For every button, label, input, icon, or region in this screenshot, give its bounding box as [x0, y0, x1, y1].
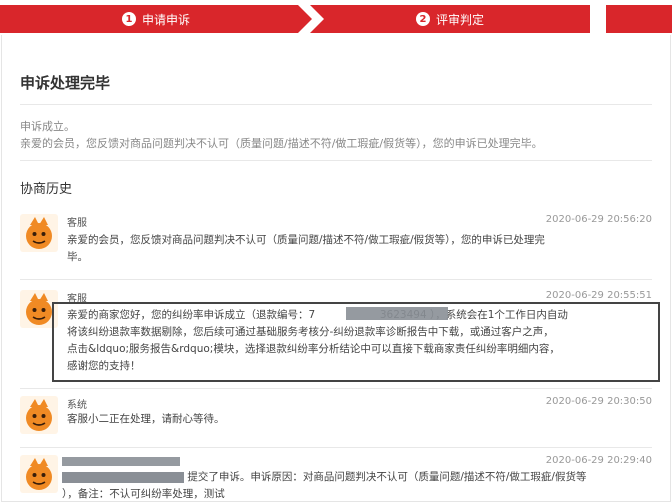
redacted-text	[62, 471, 184, 483]
avatar	[20, 455, 58, 493]
history-entry: 客服 2020-06-29 20:56:20 亲爱的会员，您反馈对商品问题判决不…	[20, 214, 652, 272]
entry-line: 提交了申诉。申诉原因：对商品问题判决不认可（质量问题/描述不符/做工瑕疵/假货等	[62, 469, 662, 486]
status-message: 亲爱的会员，您反馈对商品问题判决不认可（质量问题/描述不符/做工瑕疵/假货等），…	[20, 137, 543, 150]
highlight-frame	[52, 302, 660, 382]
history-title: 协商历史	[20, 182, 73, 197]
entry-content: 提交了申诉。申诉原因：对商品问题判决不认可（质量问题/描述不符/做工瑕疵/假货等…	[62, 469, 662, 503]
divider	[20, 388, 652, 389]
entry-time: 2020-06-29 20:29:40	[545, 455, 652, 466]
history-entry: 2020-06-29 20:29:40 提交了申诉。申诉原因：对商品问题判决不认…	[20, 455, 652, 503]
step-apply: 1 申请申诉	[0, 5, 312, 33]
divider	[20, 160, 652, 161]
entry-line-text: 提交了申诉。申诉原因：对商品问题判决不认可（质量问题/描述不符/做工瑕疵/假货等	[187, 471, 587, 483]
status-result: 申诉成立。	[20, 120, 75, 133]
mascot-avatar-icon	[26, 217, 52, 249]
redacted-author	[62, 457, 180, 466]
entry-time: 2020-06-29 20:55:51	[545, 290, 652, 301]
mascot-avatar-icon	[26, 458, 52, 490]
step-review: 2 评审判定	[310, 5, 590, 33]
step-number: 1	[122, 12, 136, 26]
entry-author: 系统	[67, 400, 87, 411]
entry-content: 客服小二正在处理，请耐心等待。	[67, 411, 652, 428]
divider	[20, 447, 652, 448]
mascot-avatar-icon	[26, 399, 52, 431]
avatar	[20, 214, 58, 252]
entry-line: ），备注：不认可纠纷率处理，测试	[62, 488, 225, 500]
history-entry: 系统 2020-06-29 20:30:50 客服小二正在处理，请耐心等待。	[20, 396, 652, 446]
divider	[20, 104, 652, 105]
page-title: 申诉处理完毕	[20, 74, 111, 92]
avatar	[20, 396, 58, 434]
step-label: 评审判定	[436, 12, 485, 27]
entry-line: 客服小二正在处理，请耐心等待。	[67, 413, 225, 425]
divider	[20, 279, 652, 280]
step-label: 申请申诉	[142, 12, 191, 27]
entry-content: 亲爱的会员，您反馈对商品问题判决不认可（质量问题/描述不符/做工瑕疵/假货等），…	[67, 232, 652, 266]
entry-line: 毕。	[67, 251, 88, 263]
progress-steps: 1 申请申诉 2 评审判定	[0, 0, 672, 33]
entry-time: 2020-06-29 20:30:50	[545, 396, 652, 407]
step-number: 2	[416, 12, 430, 26]
step-result	[606, 5, 672, 33]
entry-author: 客服	[67, 218, 87, 229]
entry-line: 亲爱的会员，您反馈对商品问题判决不认可（质量问题/描述不符/做工瑕疵/假货等），…	[67, 234, 545, 246]
entry-time: 2020-06-29 20:56:20	[545, 214, 652, 225]
